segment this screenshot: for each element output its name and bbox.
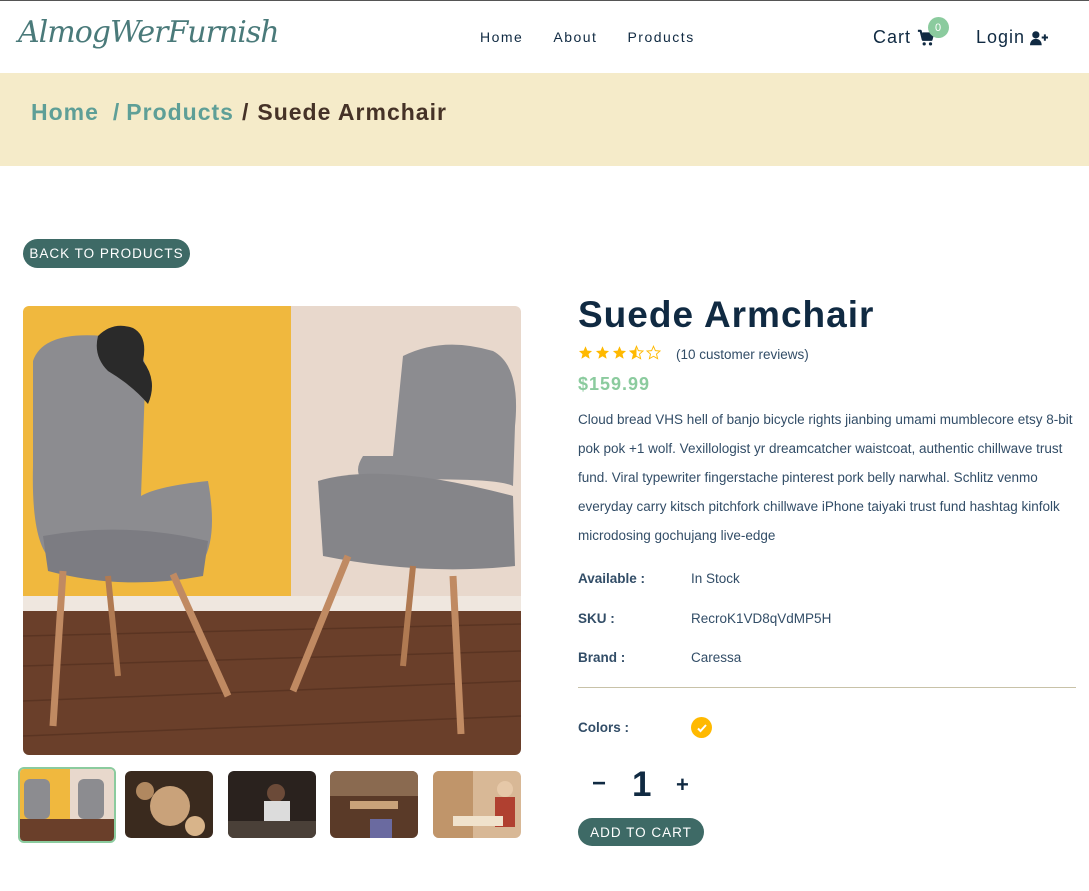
breadcrumb-products[interactable]: Products bbox=[126, 99, 234, 126]
breadcrumb-separator: / bbox=[112, 99, 121, 125]
cart-count-badge: 0 bbox=[928, 17, 949, 38]
brand-label: Brand : bbox=[578, 650, 626, 665]
cart-label: Cart bbox=[873, 27, 912, 47]
nav-link-home[interactable]: Home bbox=[480, 29, 523, 45]
nav-link-products[interactable]: Products bbox=[627, 29, 694, 45]
nav-link-about[interactable]: About bbox=[553, 29, 597, 45]
check-icon bbox=[696, 723, 707, 732]
thumbnail-strip bbox=[18, 767, 524, 843]
product-main-image bbox=[23, 306, 521, 755]
back-to-products-button[interactable]: BACK TO PRODUCTS bbox=[23, 239, 190, 268]
star-full-icon bbox=[612, 346, 627, 359]
breadcrumb-separator: / bbox=[241, 99, 250, 125]
breadcrumb-home[interactable]: Home bbox=[31, 99, 99, 126]
product-description: Cloud bread VHS hell of banjo bicycle ri… bbox=[578, 412, 1073, 543]
color-swatch-selected[interactable] bbox=[691, 717, 712, 738]
nav-links: Home About Products bbox=[480, 29, 725, 45]
brand-value: Caressa bbox=[691, 650, 742, 665]
breadcrumb-hero: Home / Products / Suede Armchair bbox=[0, 73, 1089, 166]
add-to-cart-button[interactable]: ADD TO CART bbox=[578, 818, 704, 846]
logo[interactable]: AlmogWerFurnish bbox=[18, 15, 280, 50]
available-value: In Stock bbox=[691, 571, 740, 586]
star-full-icon bbox=[595, 346, 610, 359]
product-price: $159.99 bbox=[578, 374, 651, 394]
available-label: Available : bbox=[578, 571, 646, 586]
star-half-icon bbox=[629, 345, 644, 360]
breadcrumb-current: Suede Armchair bbox=[257, 99, 447, 125]
login-button[interactable]: Login bbox=[976, 27, 1049, 48]
sku-label: SKU : bbox=[578, 611, 615, 626]
product-title: Suede Armchair bbox=[578, 294, 875, 335]
review-count[interactable]: (10 customer reviews) bbox=[676, 347, 809, 362]
star-full-icon bbox=[578, 346, 593, 359]
colors-label: Colors : bbox=[578, 720, 630, 735]
thumbnail-2[interactable] bbox=[125, 771, 213, 838]
user-plus-icon bbox=[1030, 30, 1049, 45]
sku-value: RecroK1VD8qVdMP5H bbox=[691, 611, 832, 626]
quantity-increase-button[interactable]: + bbox=[676, 772, 689, 798]
thumbnail-3[interactable] bbox=[228, 771, 316, 838]
cart-button[interactable]: Cart 0 bbox=[873, 17, 949, 48]
star-empty-icon bbox=[646, 345, 661, 360]
quantity-decrease-button[interactable]: − bbox=[592, 770, 606, 798]
breadcrumb: Home / Products / Suede Armchair bbox=[31, 99, 447, 126]
thumbnail-1[interactable] bbox=[18, 767, 116, 843]
star-rating bbox=[578, 345, 661, 360]
thumbnail-5[interactable] bbox=[433, 771, 521, 838]
login-label: Login bbox=[976, 27, 1026, 47]
navbar: AlmogWerFurnish Home About Products Cart… bbox=[0, 0, 1089, 73]
thumbnail-4[interactable] bbox=[330, 771, 418, 838]
divider bbox=[578, 687, 1076, 688]
quantity-value: 1 bbox=[632, 765, 652, 804]
